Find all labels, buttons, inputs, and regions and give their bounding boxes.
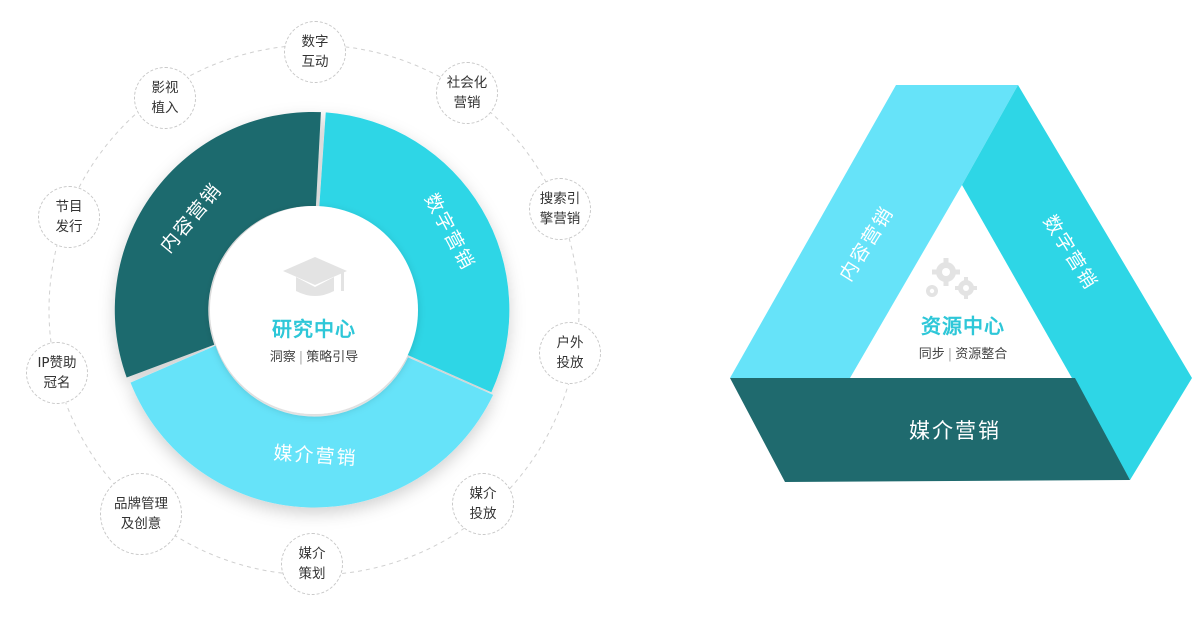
- resource-center: 资源中心 同步 | 资源整合: [893, 310, 1033, 362]
- research-center-sub-b: 策略引导: [306, 350, 359, 365]
- research-center-subtitle: 洞察 | 策略引导: [244, 346, 384, 365]
- research-center-sub-a: 洞察: [269, 350, 296, 365]
- satellite-media-placement: 媒介 投放: [452, 473, 514, 535]
- research-center: 研究中心 洞察 | 策略引导: [244, 313, 384, 365]
- satellite-ip-sponsorship: IP赞助 冠名: [26, 342, 88, 404]
- satellite-brand-management: 品牌管理 及创意: [100, 473, 182, 555]
- satellite-label: 社会化 营销: [446, 75, 488, 111]
- resource-center-sub-a: 同步: [918, 347, 945, 362]
- satellite-label: 媒介 策划: [298, 546, 326, 582]
- satellite-label: 户外 投放: [556, 335, 584, 371]
- satellite-label: 品牌管理 及创意: [114, 496, 168, 532]
- satellite-label: 影视 植入: [151, 80, 179, 116]
- diagram-stage: 内容营销 数字营销 媒介营销 内容营销 数字营销 媒介营销 研究中心 洞察 | …: [0, 0, 1197, 624]
- gears-icon: [926, 258, 977, 299]
- satellite-program-distribution: 节目 发行: [38, 186, 100, 248]
- research-center-title: 研究中心: [272, 317, 356, 341]
- satellite-search-marketing: 搜索引 擎营销: [529, 178, 591, 240]
- resource-center-title: 资源中心: [921, 314, 1005, 338]
- satellite-digital-interaction: 数字 互动: [284, 21, 346, 83]
- resource-center-subtitle: 同步 | 资源整合: [893, 343, 1033, 362]
- divider: |: [298, 350, 304, 365]
- research-center-disc: [210, 206, 418, 414]
- satellite-label: 媒介 投放: [469, 486, 497, 522]
- satellite-label: 数字 互动: [301, 34, 329, 70]
- satellite-outdoor-placement: 户外 投放: [539, 322, 601, 384]
- satellite-film-placement: 影视 植入: [134, 67, 196, 129]
- triangle-label-media: 媒介营销: [909, 419, 1001, 443]
- resource-center-sub-b: 资源整合: [955, 347, 1008, 362]
- satellite-media-planning: 媒介 策划: [281, 533, 343, 595]
- satellite-social-marketing: 社会化 营销: [436, 62, 498, 124]
- satellite-label: 搜索引 擎营销: [539, 191, 581, 227]
- satellite-label: 节目 发行: [55, 199, 83, 235]
- divider: |: [947, 347, 953, 362]
- satellite-label: IP赞助 冠名: [37, 355, 77, 391]
